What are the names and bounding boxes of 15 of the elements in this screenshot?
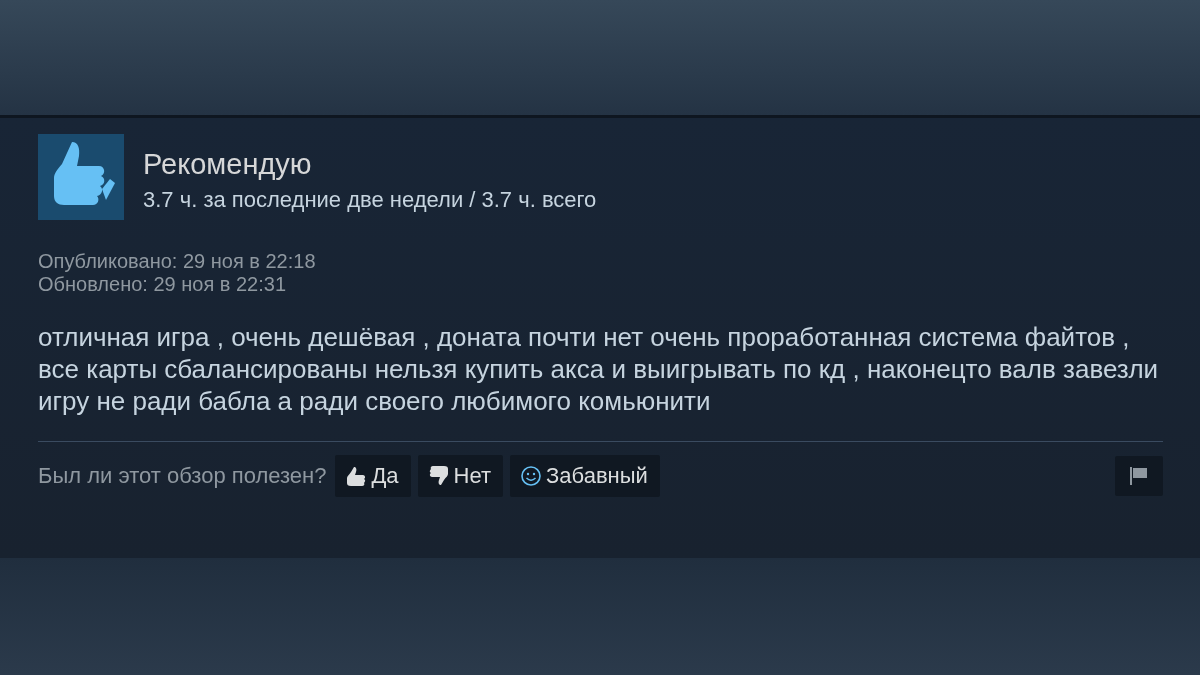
report-flag-button[interactable] xyxy=(1115,456,1163,496)
no-button[interactable]: Нет xyxy=(417,455,504,497)
review-text: отличная игра , очень дешёвая , доната почти нет очень проработанная система файтов , все карты сбалансированы нельзя купить акса и выигрывать по кд , наконецто валв завезли игру не ради бабла а ради своего любимого комьюнити xyxy=(38,321,1160,417)
smiley-icon xyxy=(520,465,543,487)
thumbs-down-icon xyxy=(427,466,450,486)
thumbs-up-icon xyxy=(38,134,124,220)
posted-date: Опубликовано: 29 ноя в 22:18 xyxy=(38,250,316,273)
helpful-question: Был ли этот обзор полезен? xyxy=(38,463,327,489)
funny-button[interactable]: Забавный xyxy=(510,455,660,497)
updated-date: Обновлено: 29 ноя в 22:31 xyxy=(38,273,286,296)
flag-icon xyxy=(1128,466,1150,486)
playtime-text: 3.7 ч. за последние две недели / 3.7 ч. всего xyxy=(143,187,597,213)
yes-button[interactable]: Да xyxy=(335,455,411,497)
review-verdict: Рекомендую xyxy=(143,148,313,181)
thumbs-up-icon xyxy=(345,466,368,486)
